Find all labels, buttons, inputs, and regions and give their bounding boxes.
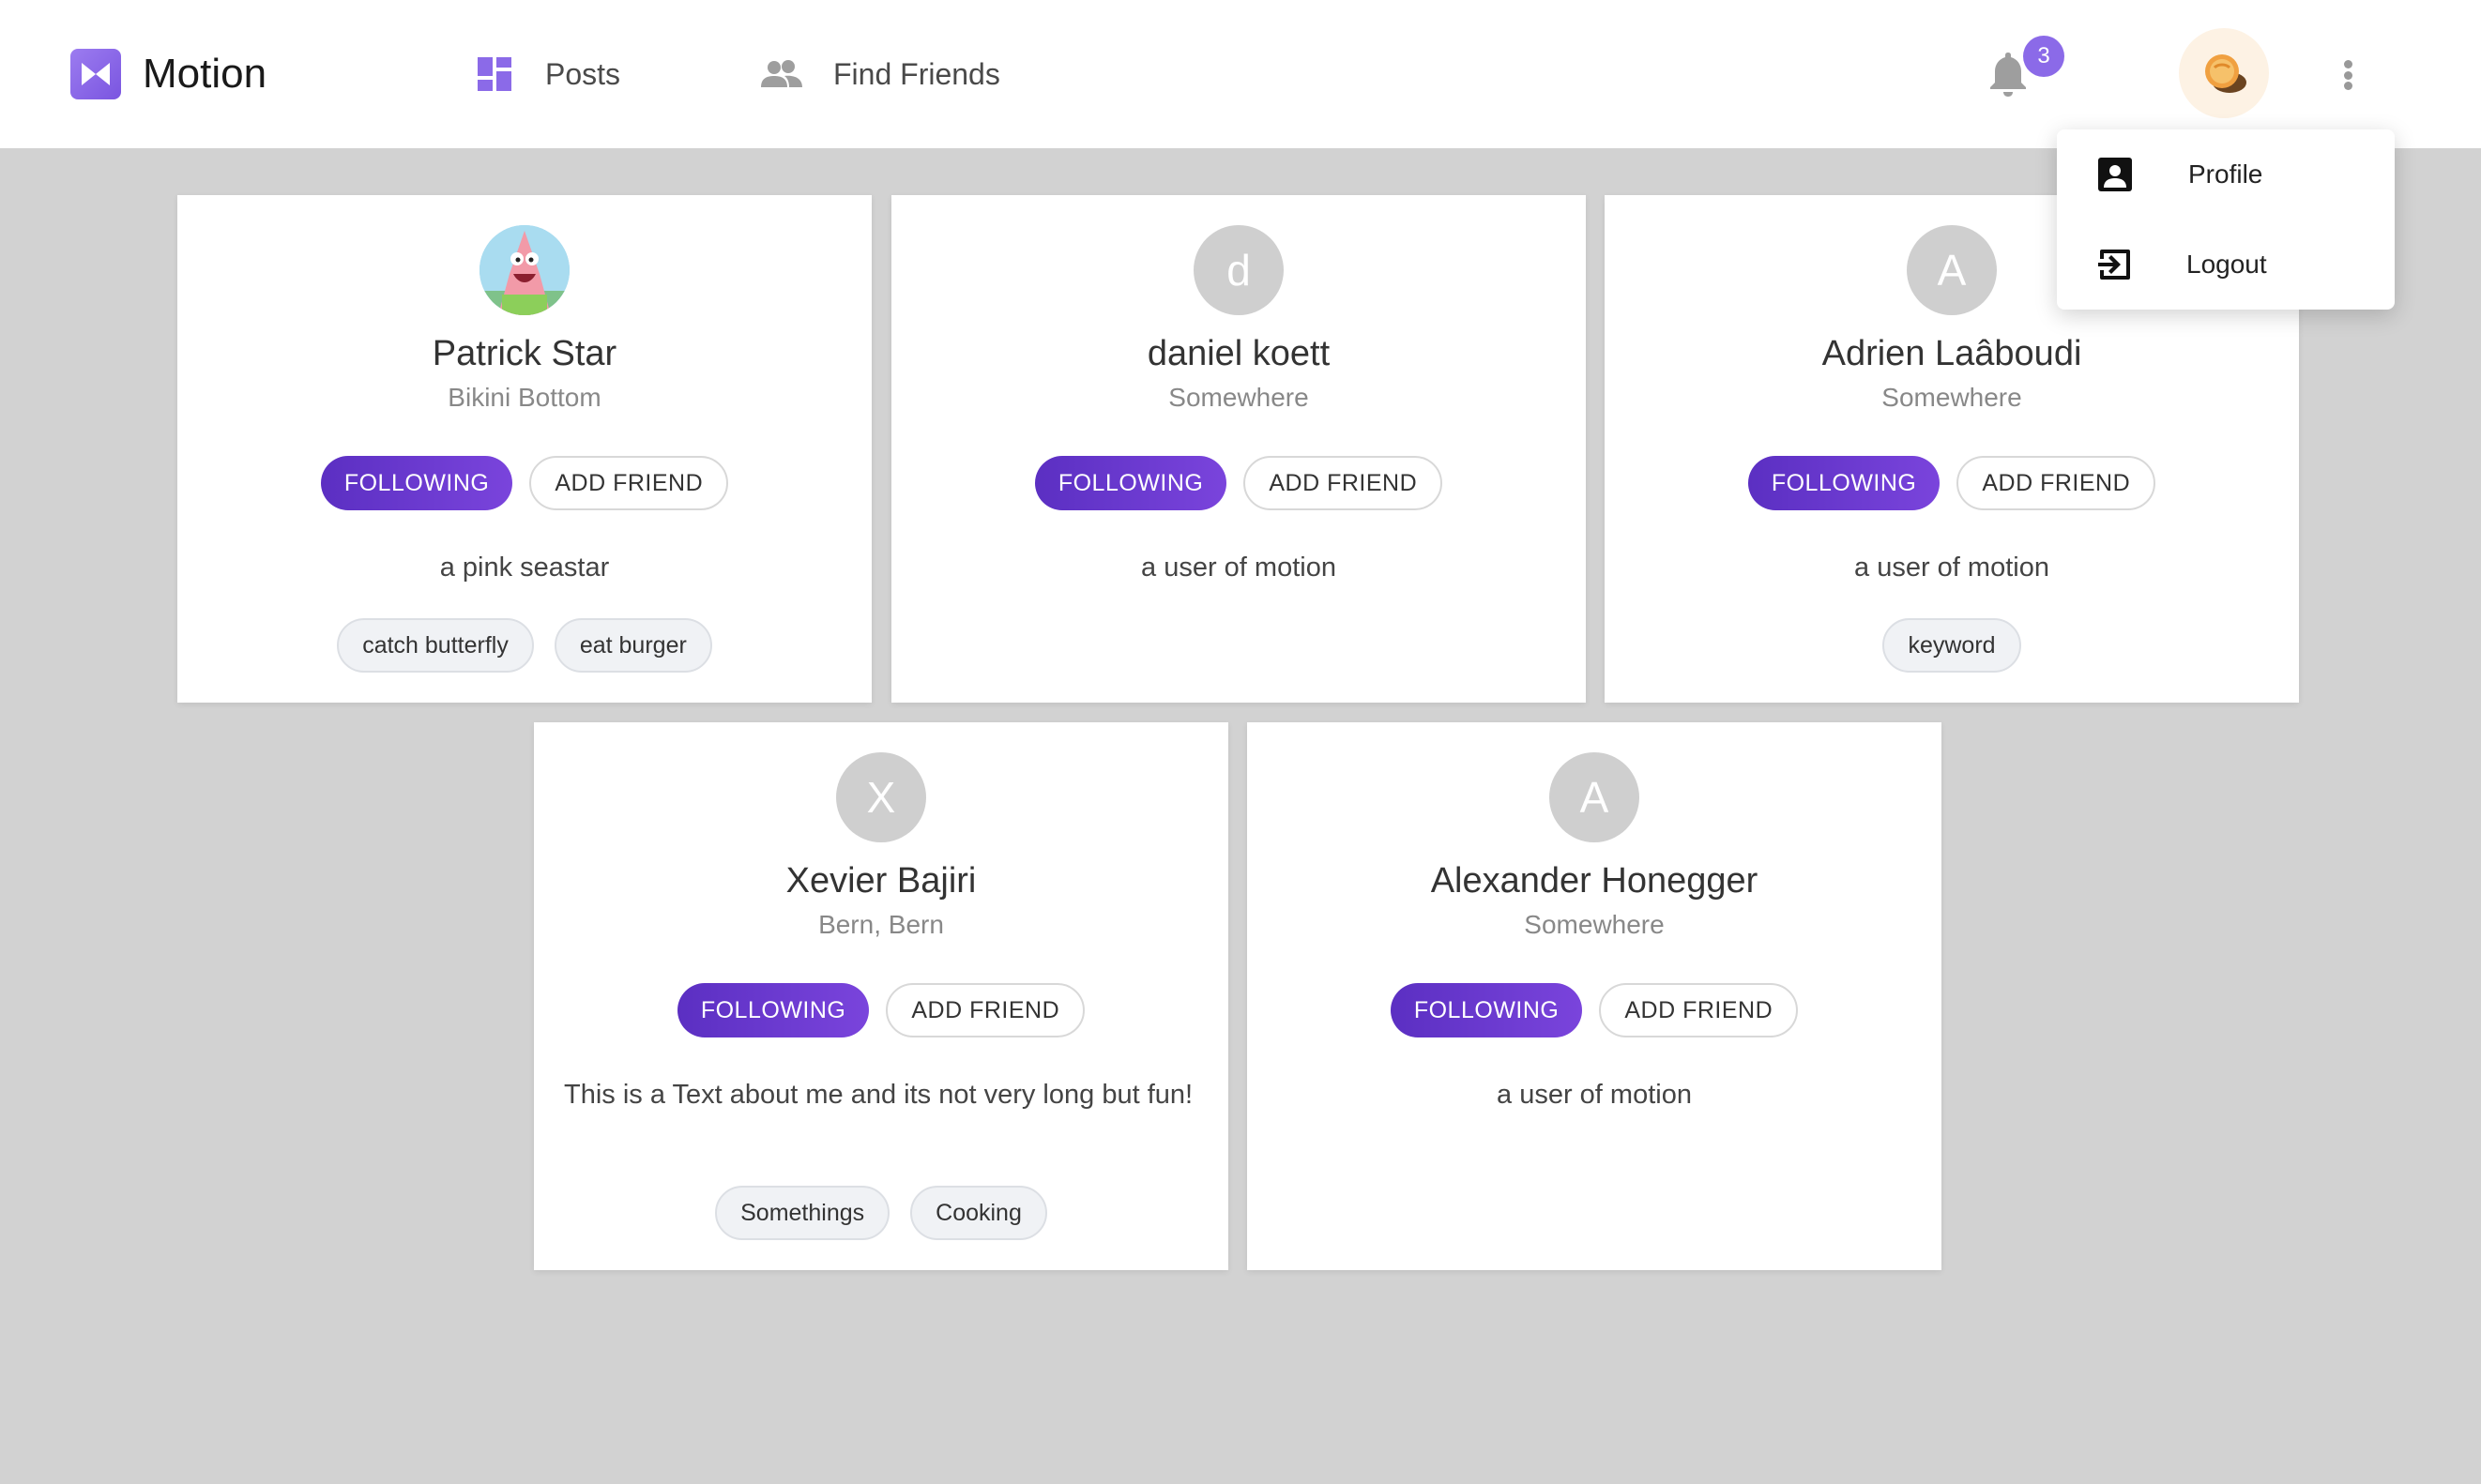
brand-name[interactable]: Motion (143, 49, 266, 99)
tag: Cooking (910, 1186, 1047, 1240)
tag: catch butterfly (337, 618, 534, 673)
user-about: This is a Text about me and its not very… (564, 1080, 1194, 1110)
user-card: A Alexander Honegger Somewhere FOLLOWING… (1247, 722, 1941, 1270)
user-name[interactable]: Patrick Star (177, 334, 872, 374)
people-icon (761, 60, 802, 87)
menu-item-profile[interactable]: Profile (2057, 137, 2395, 212)
current-user-avatar[interactable] (2179, 28, 2269, 118)
user-name[interactable]: Adrien Laâboudi (1605, 334, 2299, 374)
following-button[interactable]: FOLLOWING (320, 456, 513, 510)
user-about: a pink seastar (439, 553, 610, 583)
notifications-badge: 3 (2023, 36, 2064, 77)
card-actions: FOLLOWING ADD FRIEND (1247, 983, 1941, 1037)
nav-posts-label: Posts (545, 56, 621, 91)
user-name[interactable]: Xevier Bajiri (534, 861, 1228, 901)
user-avatar-image-icon (2205, 54, 2246, 93)
user-tags: Somethings Cooking (534, 1186, 1228, 1240)
tag: keyword (1882, 618, 2021, 673)
dashboard-icon (478, 57, 511, 91)
motion-logo-icon[interactable] (70, 49, 121, 99)
add-friend-button[interactable]: ADD FRIEND (1599, 983, 1799, 1037)
menu-item-logout-label: Logout (2186, 250, 2267, 279)
user-location: Somewhere (1881, 383, 2022, 412)
top-bar: Motion Posts Find Friends 3 (0, 0, 2481, 148)
add-friend-button[interactable]: ADD FRIEND (886, 983, 1086, 1037)
add-friend-button[interactable]: ADD FRIEND (1956, 456, 2156, 510)
patrick-star-avatar-icon (479, 225, 570, 315)
user-tags: keyword (1605, 618, 2299, 673)
user-card: X Xevier Bajiri Bern, Bern FOLLOWING ADD… (534, 722, 1228, 1270)
user-location: Somewhere (1524, 910, 1665, 939)
card-actions: FOLLOWING ADD FRIEND (891, 456, 1586, 510)
user-location: Bern, Bern (818, 910, 944, 939)
tag: Somethings (715, 1186, 890, 1240)
user-location: Bikini Bottom (448, 383, 601, 412)
avatar[interactable]: d (1194, 225, 1284, 315)
card-actions: FOLLOWING ADD FRIEND (177, 456, 872, 510)
user-name[interactable]: daniel koett (891, 334, 1586, 374)
avatar[interactable]: A (1549, 752, 1639, 842)
nav-find-friends[interactable]: Find Friends (760, 49, 1000, 99)
following-button[interactable]: FOLLOWING (1034, 456, 1227, 510)
tag: eat burger (554, 618, 712, 673)
nav-find-friends-label: Find Friends (833, 56, 1000, 91)
user-location: Somewhere (1168, 383, 1309, 412)
nav-posts[interactable]: Posts (476, 49, 620, 99)
avatar[interactable] (479, 225, 570, 315)
user-about: a user of motion (1854, 553, 2049, 583)
card-actions: FOLLOWING ADD FRIEND (534, 983, 1228, 1037)
add-friend-button[interactable]: ADD FRIEND (1243, 456, 1443, 510)
following-button[interactable]: FOLLOWING (1747, 456, 1941, 510)
following-button[interactable]: FOLLOWING (1390, 983, 1583, 1037)
user-name[interactable]: Alexander Honegger (1247, 861, 1941, 901)
user-menu-dropdown: Profile Logout (2057, 129, 2395, 310)
avatar[interactable]: A (1907, 225, 1997, 315)
add-friend-button[interactable]: ADD FRIEND (529, 456, 729, 510)
menu-item-profile-label: Profile (2188, 159, 2263, 189)
user-tags: catch butterfly eat burger (177, 618, 872, 673)
avatar[interactable]: X (836, 752, 926, 842)
menu-item-logout[interactable]: Logout (2057, 227, 2395, 302)
user-about: a user of motion (1141, 553, 1336, 583)
card-actions: FOLLOWING ADD FRIEND (1605, 456, 2299, 510)
following-button[interactable]: FOLLOWING (677, 983, 870, 1037)
user-about: a user of motion (1497, 1080, 1692, 1110)
user-card: d daniel koett Somewhere FOLLOWING ADD F… (891, 195, 1586, 703)
user-card: Patrick Star Bikini Bottom FOLLOWING ADD… (177, 195, 872, 703)
more-menu-icon[interactable] (2335, 53, 2361, 98)
